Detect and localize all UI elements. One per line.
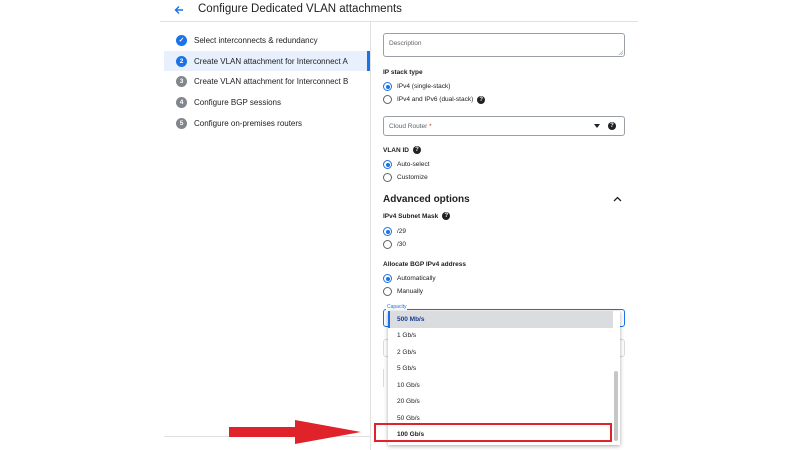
radio-label: Manually — [397, 288, 424, 295]
radio-button[interactable] — [383, 240, 392, 249]
radio-button[interactable] — [383, 95, 392, 104]
bgp-allocate-label: Allocate BGP IPv4 address — [383, 261, 466, 268]
radio-button[interactable] — [383, 173, 392, 182]
annotation-arrow-icon — [229, 420, 361, 444]
subnet-mask-label: IPv4 Subnet Mask — [383, 212, 439, 220]
vlan-id-label-row: VLAN ID ? — [383, 146, 421, 154]
capacity-option[interactable]: 20 Gb/s — [388, 394, 613, 411]
cloud-router-select[interactable]: Cloud Router * ? — [383, 116, 625, 136]
radio-manually[interactable]: Manually — [383, 287, 423, 296]
chevron-up-icon[interactable] — [613, 196, 622, 202]
stepper-step[interactable]: 2 Create VLAN attachment for Interconnect… — [164, 50, 370, 72]
capacity-option[interactable]: 1 Gb/s — [388, 328, 613, 345]
description-textarea[interactable]: Description — [383, 33, 625, 57]
step-label: Create VLAN attachment for Interconnect … — [194, 56, 348, 66]
radio-label: Auto-select — [397, 161, 430, 168]
radio-button[interactable] — [383, 82, 392, 91]
advanced-options-title[interactable]: Advanced options — [383, 194, 470, 205]
step-number-badge: 5 — [176, 117, 187, 129]
capacity-option-selected[interactable]: 500 Mb/s — [388, 311, 613, 328]
radio-customize[interactable]: Customize — [383, 173, 428, 182]
step-number-badge: 2 — [176, 55, 187, 67]
option-label: 50 Gb/s — [397, 414, 420, 422]
step-number-badge: 4 — [176, 96, 187, 108]
radio-label: /30 — [397, 241, 407, 248]
step-number-badge: 3 — [176, 76, 187, 88]
help-icon[interactable]: ? — [442, 212, 451, 220]
step-label: Select interconnects & redundancy — [194, 35, 318, 45]
vertical-divider — [370, 22, 371, 450]
dropdown-caret-icon[interactable] — [594, 124, 600, 128]
radio-button[interactable] — [383, 287, 392, 296]
stepper-step[interactable]: 3 Create VLAN attachment for Interconnect… — [164, 71, 369, 92]
step-label: Configure BGP sessions — [194, 97, 282, 107]
help-icon[interactable]: ? — [477, 95, 486, 104]
stepper: ✓ Select interconnects & redundancy 2 Creat… — [164, 30, 370, 134]
radio-label: Customize — [397, 174, 428, 181]
radio-mask-29[interactable]: /29 — [383, 227, 406, 236]
vlan-id-label: VLAN ID — [383, 146, 409, 154]
option-label: 1 Gb/s — [397, 332, 417, 340]
radio-label: /29 — [397, 228, 407, 235]
radio-button[interactable] — [383, 274, 392, 283]
stepper-step[interactable]: 4 Configure BGP sessions — [164, 92, 369, 113]
page-title: Configure Dedicated VLAN attachments — [198, 3, 402, 15]
required-mark: * — [429, 123, 432, 130]
radio-automatically[interactable]: Automatically — [383, 274, 436, 283]
radio-mask-30[interactable]: /30 — [383, 240, 406, 249]
help-icon[interactable]: ? — [413, 146, 421, 154]
annotation-highlight-box — [374, 423, 612, 442]
check-circle-icon: ✓ — [176, 34, 187, 46]
radio-ipv4-single[interactable]: IPv4 (single-stack) — [383, 82, 450, 91]
option-label: 20 Gb/s — [397, 398, 420, 406]
cloud-router-label: Cloud Router — [389, 123, 428, 130]
option-label: 5 Gb/s — [397, 365, 417, 373]
capacity-option[interactable]: 5 Gb/s — [388, 361, 613, 378]
option-label: 10 Gb/s — [397, 381, 420, 389]
dropdown-scrollbar[interactable] — [614, 371, 618, 441]
back-arrow-icon[interactable] — [171, 2, 187, 18]
radio-button[interactable] — [383, 227, 392, 236]
radio-ipv4-ipv6-dual[interactable]: IPv4 and IPv6 (dual-stack) ? — [383, 95, 486, 104]
help-icon[interactable]: ? — [608, 122, 616, 130]
capacity-option[interactable]: 2 Gb/s — [388, 344, 613, 361]
option-label: 2 Gb/s — [397, 348, 417, 356]
step-label: Configure on-premises routers — [194, 118, 303, 128]
cloud-router-placeholder: Cloud Router * — [389, 123, 432, 130]
resize-handle-icon[interactable] — [618, 50, 623, 55]
description-placeholder: Description — [389, 40, 422, 47]
header-divider — [160, 21, 638, 22]
capacity-option[interactable]: 10 Gb/s — [388, 377, 613, 394]
radio-auto-select[interactable]: Auto-select — [383, 160, 430, 169]
radio-label: Automatically — [397, 275, 436, 282]
page-header: Configure Dedicated VLAN attachments — [0, 0, 800, 22]
radio-label: IPv4 and IPv6 (dual-stack) — [397, 96, 474, 103]
step-label: Create VLAN attachment for Interconnect … — [194, 77, 349, 87]
subnet-mask-label-row: IPv4 Subnet Mask ? — [383, 212, 451, 220]
radio-label: IPv4 (single-stack) — [397, 83, 451, 90]
stepper-step[interactable]: 5 Configure on-premises routers — [164, 113, 369, 134]
ip-stack-label: IP stack type — [383, 69, 423, 76]
capacity-label: Capacity — [386, 304, 408, 310]
stepper-step[interactable]: ✓ Select interconnects & redundancy — [164, 30, 369, 51]
option-label: 500 Mb/s — [397, 315, 425, 323]
radio-button[interactable] — [383, 160, 392, 169]
